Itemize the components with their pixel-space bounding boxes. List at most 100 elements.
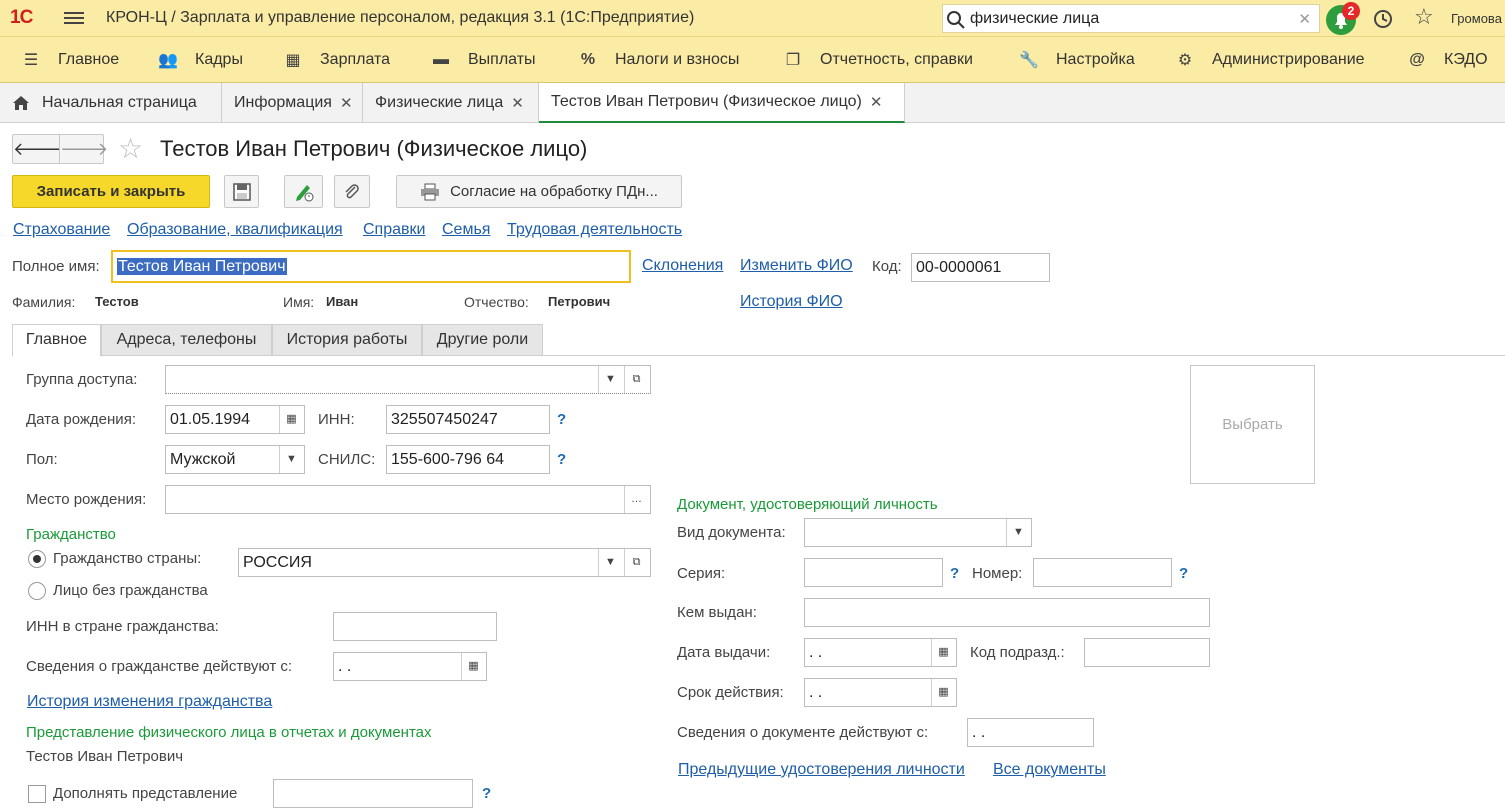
previous-documents-link[interactable]: Предыдущие удостоверения личности bbox=[678, 761, 965, 779]
forward-arrow-icon[interactable]: 🡒 bbox=[60, 135, 108, 163]
help-icon[interactable]: ? bbox=[482, 785, 491, 802]
citizenship-history-link[interactable]: История изменения гражданства bbox=[27, 693, 272, 711]
history-icon[interactable] bbox=[1372, 8, 1394, 30]
open-icon[interactable]: ⧉ bbox=[624, 549, 648, 576]
favorites-star-icon[interactable]: ☆ bbox=[1414, 4, 1434, 30]
section-reports[interactable]: ❐ Отчетность, справки bbox=[780, 37, 973, 83]
help-icon[interactable]: ? bbox=[950, 565, 959, 582]
doc-valid-from-field[interactable]: . . bbox=[967, 718, 1094, 747]
inn-label: ИНН: bbox=[318, 411, 355, 428]
search-input[interactable]: физические лица bbox=[970, 10, 1099, 28]
calendar-icon[interactable]: ▦ bbox=[931, 639, 955, 666]
close-icon[interactable]: ✕ bbox=[870, 93, 883, 111]
all-documents-link[interactable]: Все документы bbox=[993, 761, 1106, 779]
citizenship-country-field[interactable]: РОССИЯ bbox=[238, 548, 651, 577]
clear-search-icon[interactable]: ✕ bbox=[1298, 10, 1311, 28]
section-settings[interactable]: 🔧 Настройка bbox=[1016, 37, 1135, 83]
help-icon[interactable]: ? bbox=[1179, 565, 1188, 582]
tab-home[interactable]: Начальная страница bbox=[0, 83, 222, 123]
presentation-value: Тестов Иван Петрович bbox=[26, 748, 184, 765]
stateless-radio[interactable] bbox=[28, 582, 46, 600]
calendar-icon[interactable]: ▦ bbox=[461, 653, 485, 680]
gender-label: Пол: bbox=[26, 451, 58, 468]
tab-other-roles[interactable]: Другие роли bbox=[422, 324, 543, 356]
link-family[interactable]: Семья bbox=[442, 221, 490, 239]
inn-field[interactable]: 325507450247 bbox=[386, 405, 550, 434]
wallet-icon: ▬ bbox=[433, 51, 449, 68]
close-icon[interactable]: ✕ bbox=[340, 94, 353, 112]
section-taxes[interactable]: % Налоги и взносы bbox=[575, 37, 739, 83]
document-type-select[interactable] bbox=[804, 518, 1032, 547]
open-icon[interactable]: ⧉ bbox=[624, 366, 648, 393]
dropdown-arrow-icon[interactable]: ▼ bbox=[279, 446, 303, 473]
help-icon[interactable]: ? bbox=[557, 451, 566, 468]
dropdown-arrow-icon[interactable]: ▼ bbox=[598, 366, 622, 393]
surname-value: Тестов bbox=[95, 294, 139, 309]
section-salary[interactable]: ▦ Зарплата bbox=[280, 37, 390, 83]
declension-link[interactable]: Склонения bbox=[642, 257, 723, 275]
save-and-close-button[interactable]: Записать и закрыть bbox=[12, 175, 210, 208]
series-field[interactable] bbox=[804, 558, 943, 587]
help-icon[interactable]: ? bbox=[557, 411, 566, 428]
extend-presentation-checkbox[interactable] bbox=[28, 785, 46, 803]
birthplace-field[interactable] bbox=[165, 485, 651, 514]
full-name-field[interactable]: Тестов Иван Петрович bbox=[111, 250, 631, 283]
favorite-star-icon[interactable]: ☆ bbox=[118, 134, 143, 164]
photo-select-button[interactable]: Выбрать bbox=[1190, 365, 1315, 484]
section-staff[interactable]: 👥 Кадры bbox=[155, 37, 243, 83]
user-name[interactable]: Громова bbox=[1451, 11, 1502, 26]
full-name-label: Полное имя: bbox=[12, 258, 100, 275]
link-education[interactable]: Образование, квалификация bbox=[127, 221, 343, 239]
calendar-icon[interactable]: ▦ bbox=[279, 406, 303, 433]
foreign-inn-field[interactable] bbox=[333, 612, 497, 641]
search-box[interactable]: физические лица ✕ bbox=[942, 4, 1320, 33]
change-name-link[interactable]: Изменить ФИО bbox=[740, 257, 853, 275]
stateless-label: Лицо без гражданства bbox=[53, 582, 208, 599]
menu-icon: ☰ bbox=[23, 52, 39, 69]
tab-info[interactable]: Информация ✕ bbox=[222, 83, 363, 123]
link-certificates[interactable]: Справки bbox=[363, 221, 425, 239]
dropdown-arrow-icon[interactable]: ▼ bbox=[598, 549, 622, 576]
link-insurance[interactable]: Страхование bbox=[13, 221, 110, 239]
link-labor-activity[interactable]: Трудовая деятельность bbox=[507, 221, 682, 239]
dropdown-arrow-icon[interactable]: ▼ bbox=[1006, 519, 1030, 546]
notifications-button[interactable]: 2 bbox=[1326, 2, 1360, 35]
section-admin[interactable]: ⚙ Администрирование bbox=[1172, 37, 1365, 83]
tab-main[interactable]: Главное bbox=[12, 324, 101, 357]
save-button[interactable] bbox=[224, 175, 259, 208]
attach-button[interactable] bbox=[334, 175, 370, 208]
division-code-label: Код подразд.: bbox=[970, 644, 1065, 661]
calendar-icon[interactable]: ▦ bbox=[931, 679, 955, 706]
citizenship-from-label: Сведения о гражданстве действуют с: bbox=[26, 658, 293, 675]
consent-button[interactable]: Согласие на обработку ПДн... bbox=[396, 175, 682, 208]
main-menu-icon[interactable] bbox=[64, 9, 84, 27]
section-payments[interactable]: ▬ Выплаты bbox=[428, 37, 536, 83]
section-kedo[interactable]: @ КЭДО bbox=[1404, 37, 1487, 83]
issued-by-field[interactable] bbox=[804, 598, 1210, 627]
tab-individuals[interactable]: Физические лица ✕ bbox=[363, 83, 539, 123]
division-code-field[interactable] bbox=[1084, 638, 1210, 667]
citizenship-country-radio[interactable] bbox=[28, 550, 46, 568]
tab-work-history[interactable]: История работы bbox=[272, 324, 422, 356]
code-label: Код: bbox=[872, 258, 902, 275]
snils-label: СНИЛС: bbox=[318, 451, 376, 468]
back-arrow-icon[interactable]: 🡐 bbox=[13, 135, 61, 163]
document-header: Документ, удостоверяющий личность bbox=[677, 496, 938, 513]
at-icon: @ bbox=[1409, 51, 1425, 68]
snils-field[interactable]: 155-600-796 64 bbox=[386, 445, 550, 474]
name-history-link[interactable]: История ФИО bbox=[740, 293, 843, 311]
extend-presentation-field[interactable] bbox=[273, 779, 473, 808]
tab-current-person[interactable]: Тестов Иван Петрович (Физическое лицо) ✕ bbox=[539, 83, 905, 123]
more-icon[interactable]: … bbox=[624, 486, 648, 513]
tab-addresses[interactable]: Адреса, телефоны bbox=[101, 324, 272, 356]
notifications-badge: 2 bbox=[1342, 2, 1360, 20]
birthplace-label: Место рождения: bbox=[26, 491, 147, 508]
section-main[interactable]: ☰ Главное bbox=[18, 37, 119, 83]
code-field[interactable]: 00-0000061 bbox=[911, 253, 1050, 282]
close-icon[interactable]: ✕ bbox=[511, 94, 524, 112]
calculator-icon: ▦ bbox=[285, 52, 301, 69]
access-group-field[interactable] bbox=[165, 365, 651, 394]
form-title: Тестов Иван Петрович (Физическое лицо) bbox=[160, 136, 588, 161]
edit-history-button[interactable] bbox=[284, 175, 323, 208]
number-field[interactable] bbox=[1033, 558, 1172, 587]
